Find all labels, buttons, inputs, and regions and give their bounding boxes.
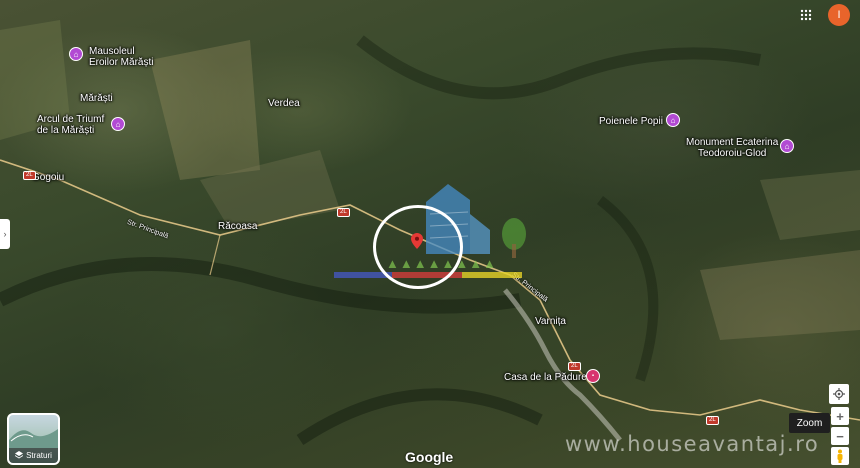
place-label-varnita[interactable]: Varnița <box>535 316 566 327</box>
place-label-casa-de-la-padure[interactable]: Casa de la Pădure <box>504 372 587 383</box>
landmark-icon[interactable]: ⌂ <box>666 113 680 127</box>
place-label-marasti[interactable]: Mărăști <box>80 93 113 104</box>
place-label-arc[interactable]: Arcul de Triumf de la Mărăști <box>37 114 104 136</box>
place-label-racoasa[interactable]: Răcoasa <box>218 221 257 232</box>
place-label-verdea[interactable]: Verdea <box>268 98 300 109</box>
place-label-monument[interactable]: Monument Ecaterina Teodoroiu-Glod <box>686 137 778 159</box>
satellite-map[interactable]: ⌂ Mausoleul Eroilor Mărăști Mărăști Arcul… <box>0 0 860 468</box>
zoom-tooltip: Zoom <box>789 413 830 433</box>
side-panel-toggle[interactable]: › <box>0 219 10 249</box>
terrain-thumbnail <box>9 429 58 448</box>
layers-button[interactable]: Straturi <box>7 413 60 465</box>
landmark-icon[interactable]: ⌂ <box>780 139 794 153</box>
layers-icon <box>14 450 24 461</box>
road-shield: 2L <box>23 171 36 180</box>
landmark-icon[interactable]: ⌂ <box>111 117 125 131</box>
zoom-out-button[interactable]: − <box>831 427 849 445</box>
zoom-in-button[interactable]: + <box>831 407 849 425</box>
google-logo: Google <box>405 449 454 465</box>
place-label-poienele-popii[interactable]: Poienele Popii <box>599 116 663 127</box>
landmark-icon[interactable]: ⌂ <box>69 47 83 61</box>
map-pin-icon[interactable] <box>411 233 423 249</box>
account-avatar[interactable]: I <box>828 4 850 26</box>
place-label-gogoiu[interactable]: Gogoiu <box>32 172 64 183</box>
street-view-pegman-icon[interactable] <box>831 447 849 465</box>
lodging-icon[interactable]: ▪ <box>586 369 600 383</box>
road-shield: 2L <box>706 416 719 425</box>
place-label-mausoleum[interactable]: Mausoleul Eroilor Mărăști <box>89 46 153 68</box>
watermark-text: www.houseavantaj.ro <box>565 432 820 456</box>
road-shield: 2L <box>568 362 581 371</box>
layers-label: Straturi <box>26 451 52 460</box>
apps-grid-icon[interactable] <box>796 5 816 25</box>
my-location-icon[interactable] <box>829 384 849 404</box>
